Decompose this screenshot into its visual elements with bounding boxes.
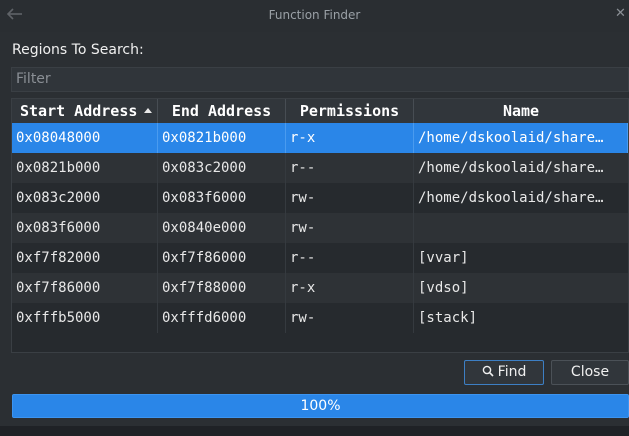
- cell-name: /home/dskoolaid/share…: [418, 190, 604, 206]
- close-button-label: Close: [570, 364, 610, 380]
- table-row[interactable]: 0x083c2000 0x083f6000 rw-/home/dskoolaid/s…: [12, 183, 628, 213]
- cell-end-address: 0x0840e000: [158, 213, 286, 243]
- cell-start-address: 0x08048000: [12, 123, 158, 153]
- cell-start-address: 0x083c2000: [12, 183, 158, 213]
- search-icon: [482, 365, 494, 377]
- close-icon[interactable]: ✕: [615, 7, 627, 21]
- cell-permissions: rw-: [286, 213, 414, 243]
- title-bar: Function Finder ✕: [0, 0, 629, 32]
- find-button-label: Find: [497, 364, 527, 380]
- window-title: Function Finder: [268, 8, 361, 22]
- cell-start-address: 0xf7f86000: [12, 273, 158, 303]
- column-header-name[interactable]: Name: [414, 99, 628, 123]
- column-header-end-address[interactable]: End Address: [158, 99, 286, 123]
- cell-start-address: 0xfffb5000: [12, 303, 158, 333]
- filter-input[interactable]: Filter: [11, 67, 629, 92]
- cell-permissions: r-x: [286, 123, 414, 153]
- cell-permissions: r-x: [286, 273, 414, 303]
- table-row[interactable]: 0x08048000 0x0821b000 r-x/home/dskoolaid/s…: [12, 123, 628, 153]
- bottom-strip: [0, 426, 629, 436]
- table-row[interactable]: 0xfffb5000 0xfffd6000 rw- [stack]: [12, 303, 628, 333]
- sort-ascending-icon: [144, 108, 152, 113]
- cell-name: [414, 213, 628, 243]
- table-row[interactable]: 0x083f6000 0x0840e000 rw-: [12, 213, 628, 243]
- cell-permissions: r--: [286, 153, 414, 183]
- cell-end-address: 0x083f6000: [158, 183, 286, 213]
- cell-permissions: rw-: [286, 183, 414, 213]
- cell-name: /home/dskoolaid/share…: [414, 123, 628, 153]
- table-row[interactable]: 0x0821b000 0x083c2000 r--/home/dskoolaid/s…: [12, 153, 628, 183]
- progress-label: 100%: [300, 398, 341, 414]
- cell-name: [vvar]: [418, 250, 469, 266]
- table-row[interactable]: 0xf7f86000 0xf7f88000 r-x [vdso]: [12, 273, 628, 303]
- find-button[interactable]: Find: [464, 360, 544, 385]
- cell-start-address: 0x083f6000: [12, 213, 158, 243]
- column-header-permissions[interactable]: Permissions: [286, 99, 414, 123]
- cell-end-address: 0x0821b000: [158, 123, 286, 153]
- cell-end-address: 0xfffd6000: [158, 303, 286, 333]
- table-row[interactable]: 0xf7f82000 0xf7f86000 r-- [vvar]: [12, 243, 628, 273]
- cell-end-address: 0x083c2000: [158, 153, 286, 183]
- regions-table: Start Address End Address Permissions Na…: [11, 98, 629, 353]
- cell-start-address: 0xf7f82000: [12, 243, 158, 273]
- cell-name: /home/dskoolaid/share…: [418, 160, 604, 176]
- table-header: Start Address End Address Permissions Na…: [12, 99, 628, 124]
- cell-end-address: 0xf7f86000: [158, 243, 286, 273]
- regions-label: Regions To Search:: [12, 42, 144, 58]
- progress-bar: 100%: [12, 394, 629, 418]
- filter-placeholder: Filter: [16, 71, 51, 87]
- cell-end-address: 0xf7f88000: [158, 273, 286, 303]
- cell-name: [vdso]: [418, 280, 469, 296]
- cell-permissions: rw-: [286, 303, 414, 333]
- cell-permissions: r--: [286, 243, 414, 273]
- column-header-start-address[interactable]: Start Address: [12, 99, 158, 123]
- cell-start-address: 0x0821b000: [12, 153, 158, 183]
- close-button[interactable]: Close: [551, 360, 629, 385]
- cell-name: [stack]: [418, 310, 478, 326]
